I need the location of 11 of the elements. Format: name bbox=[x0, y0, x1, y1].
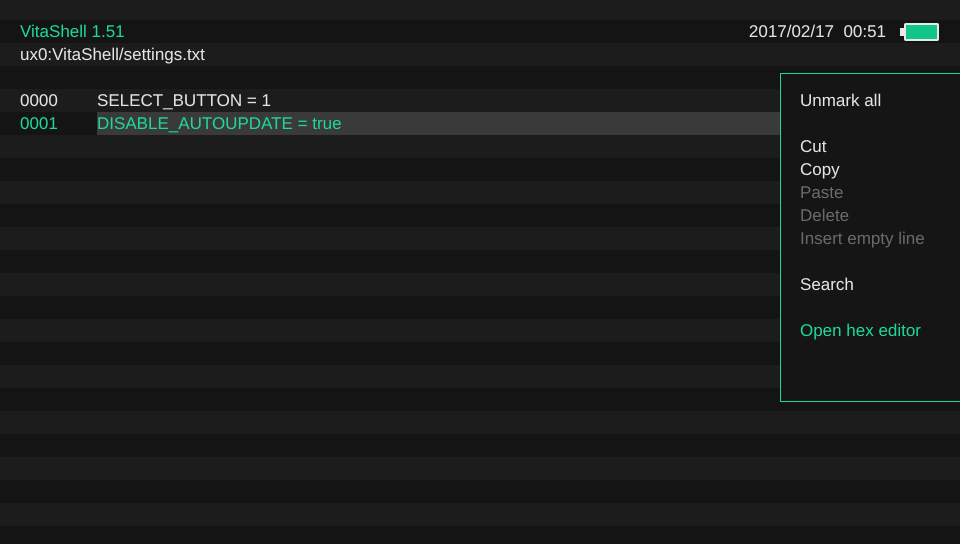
menu-item[interactable]: Copy bbox=[800, 158, 840, 181]
file-path: ux0:VitaShell/settings.txt bbox=[20, 44, 205, 66]
line-number: 0000 bbox=[20, 90, 59, 112]
date-time: 2017/02/17 00:51 bbox=[748, 21, 886, 43]
menu-item[interactable]: Cut bbox=[800, 135, 826, 158]
menu-item[interactable]: Open hex editor bbox=[800, 319, 921, 342]
menu-item[interactable]: Unmark all bbox=[800, 89, 882, 112]
line-number: 0001 bbox=[20, 113, 59, 135]
menu-item[interactable]: Search bbox=[800, 273, 854, 296]
battery-icon bbox=[900, 22, 940, 42]
app-title: VitaShell 1.51 bbox=[20, 21, 125, 43]
